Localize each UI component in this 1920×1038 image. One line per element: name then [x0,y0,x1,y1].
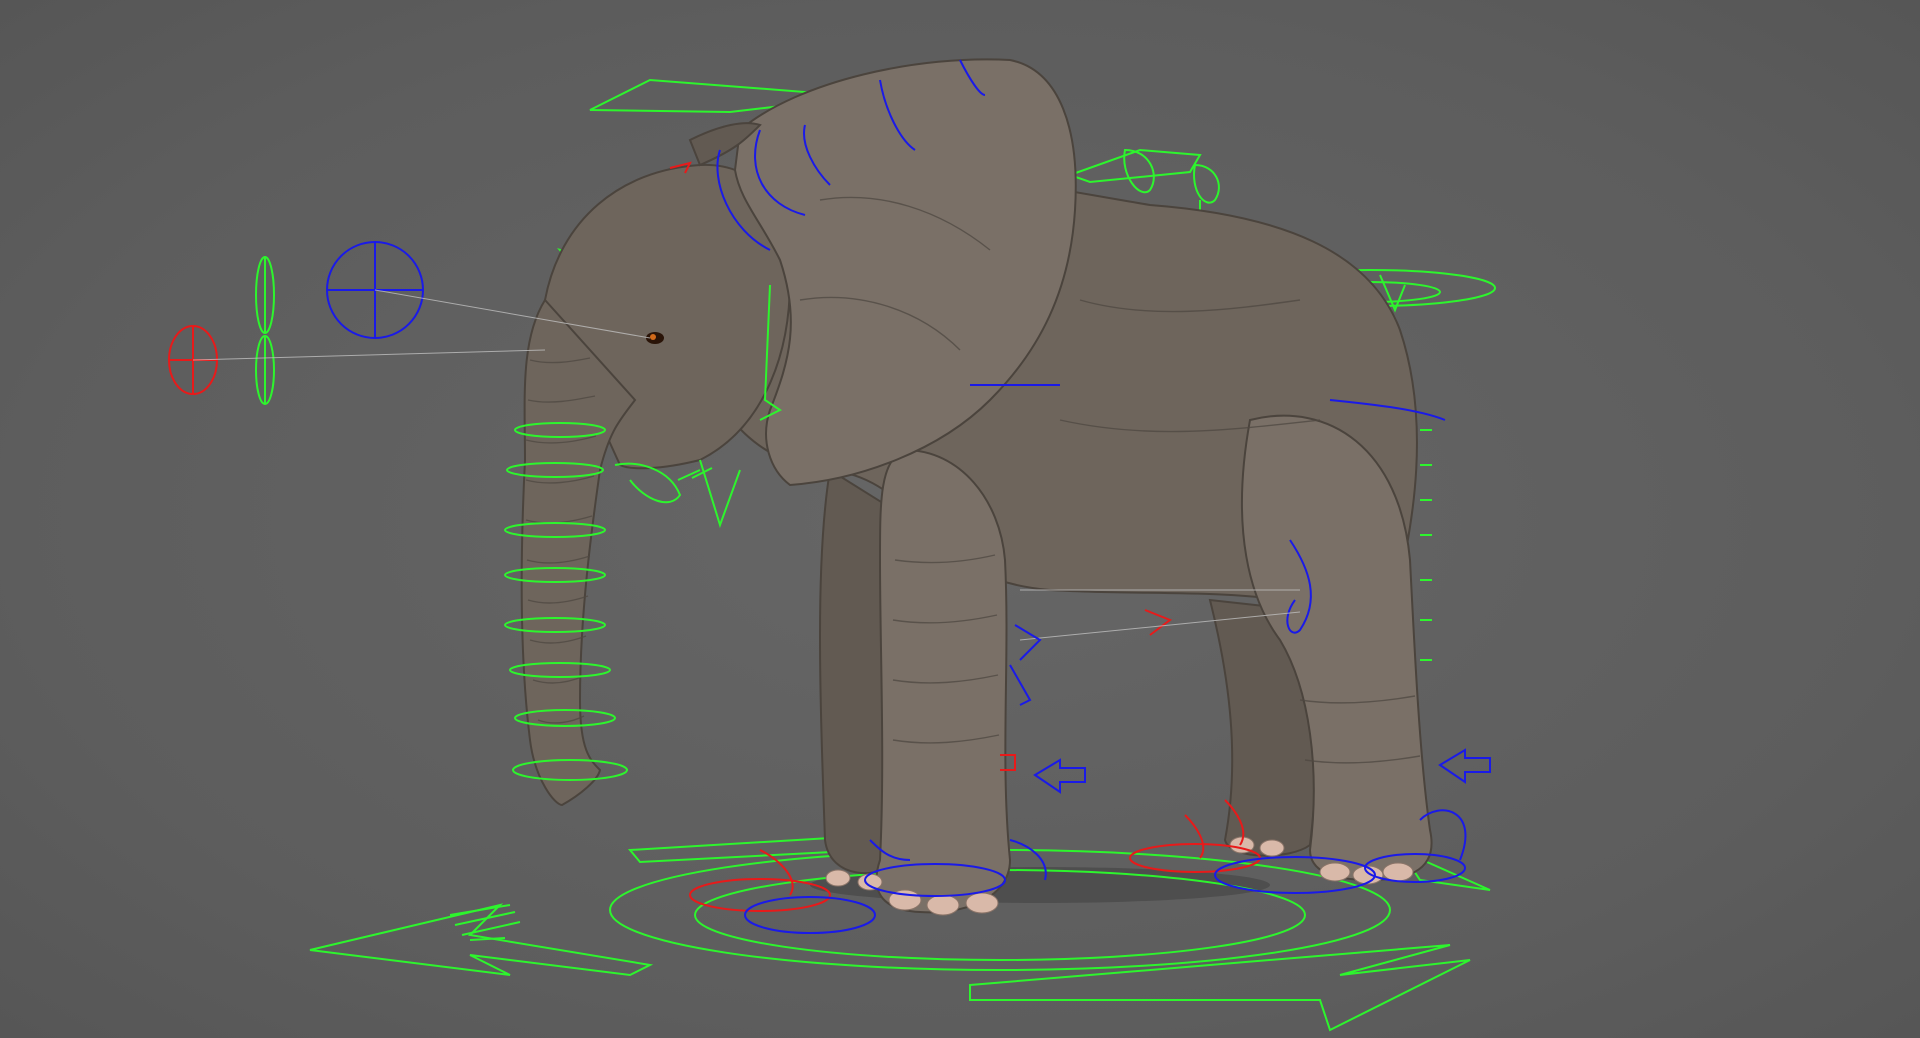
3d-viewport[interactable] [0,0,1920,1038]
elephant-model[interactable] [520,58,1433,916]
viewport-scene [168,58,1496,1032]
